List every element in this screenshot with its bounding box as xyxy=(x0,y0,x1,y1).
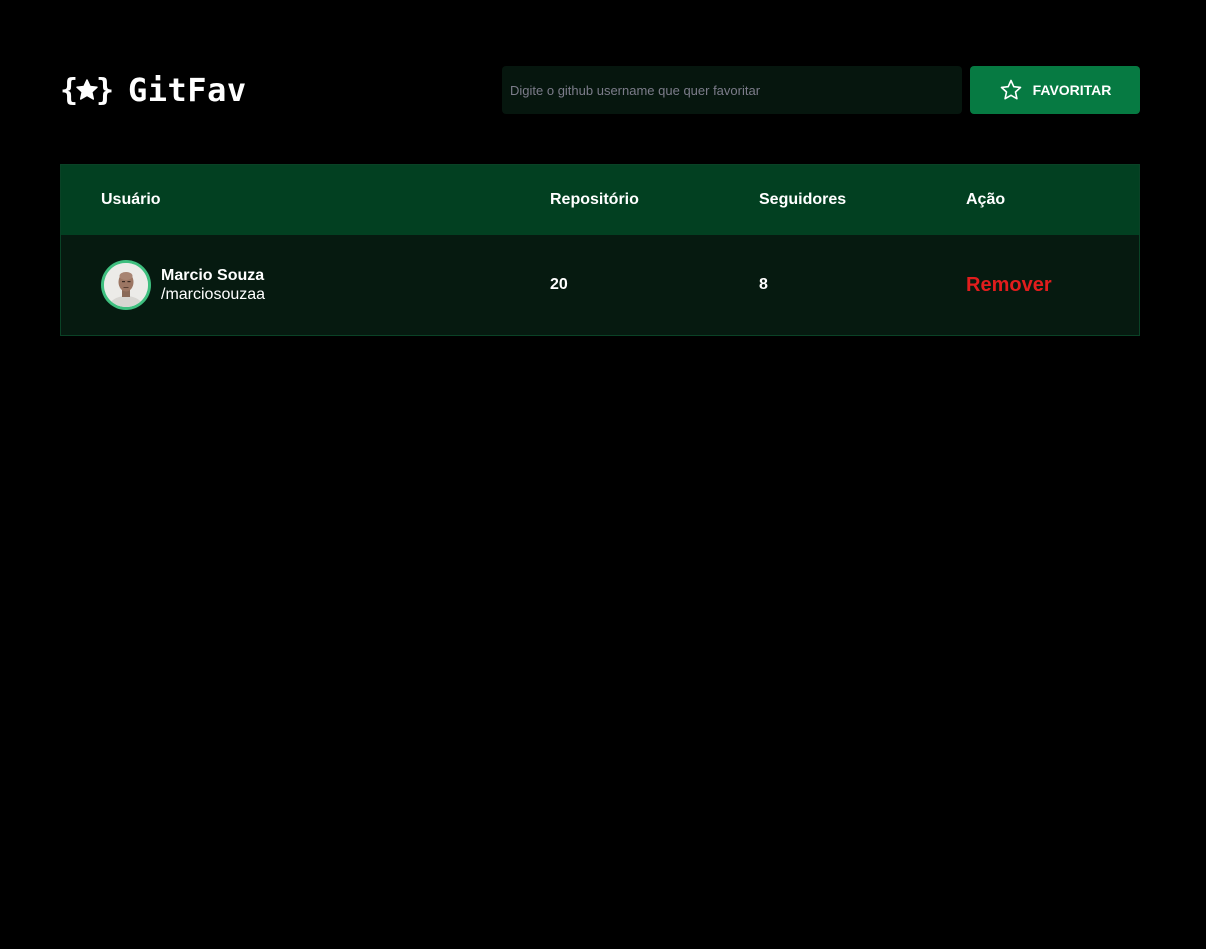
app-title: GitFav xyxy=(128,71,247,109)
header-repositories: Repositório xyxy=(550,191,639,208)
user-login: /marciosouzaa xyxy=(161,286,266,303)
avatar xyxy=(101,260,151,310)
favorite-button-label: FAVORITAR xyxy=(1032,82,1112,98)
user-info[interactable]: Marcio Souza /marciosouzaa xyxy=(101,260,550,310)
header-action: Ação xyxy=(966,191,1006,208)
favorite-button[interactable]: FAVORITAR xyxy=(970,66,1140,114)
svg-text:{: { xyxy=(60,73,78,107)
favorites-table-container: Usuário Repositório Seguidores Ação Marc… xyxy=(60,164,1140,336)
user-text: Marcio Souza /marciosouzaa xyxy=(161,266,265,304)
header-followers: Seguidores xyxy=(759,191,847,208)
star-in-braces-icon: { } xyxy=(60,73,114,107)
table-body: Marcio Souza /marciosouzaa 20 8 Remover xyxy=(61,235,1139,335)
remove-button[interactable]: Remover xyxy=(966,274,1052,297)
app-root: { } GitFav FAVORITAR Usuário Repositório xyxy=(0,0,1206,949)
star-outline-icon xyxy=(1000,79,1021,100)
repositories-count: 20 xyxy=(550,276,568,293)
page-header: { } GitFav FAVORITAR xyxy=(60,66,1140,114)
username-search-input[interactable] xyxy=(502,66,962,114)
table-header: Usuário Repositório Seguidores Ação xyxy=(61,165,1139,235)
table-row: Marcio Souza /marciosouzaa 20 8 Remover xyxy=(61,235,1139,335)
logo: { } GitFav xyxy=(60,66,247,114)
user-cell: Marcio Souza /marciosouzaa xyxy=(61,235,550,335)
favorites-table: Usuário Repositório Seguidores Ação Marc… xyxy=(61,165,1139,335)
action-cell: Remover xyxy=(966,235,1139,335)
header-user: Usuário xyxy=(101,191,161,208)
search-bar: FAVORITAR xyxy=(502,66,1140,114)
avatar-photo xyxy=(104,263,148,307)
svg-text:}: } xyxy=(96,73,114,107)
followers-count: 8 xyxy=(759,276,768,293)
user-name: Marcio Souza xyxy=(161,267,265,284)
table-header-row: Usuário Repositório Seguidores Ação xyxy=(61,165,1139,235)
